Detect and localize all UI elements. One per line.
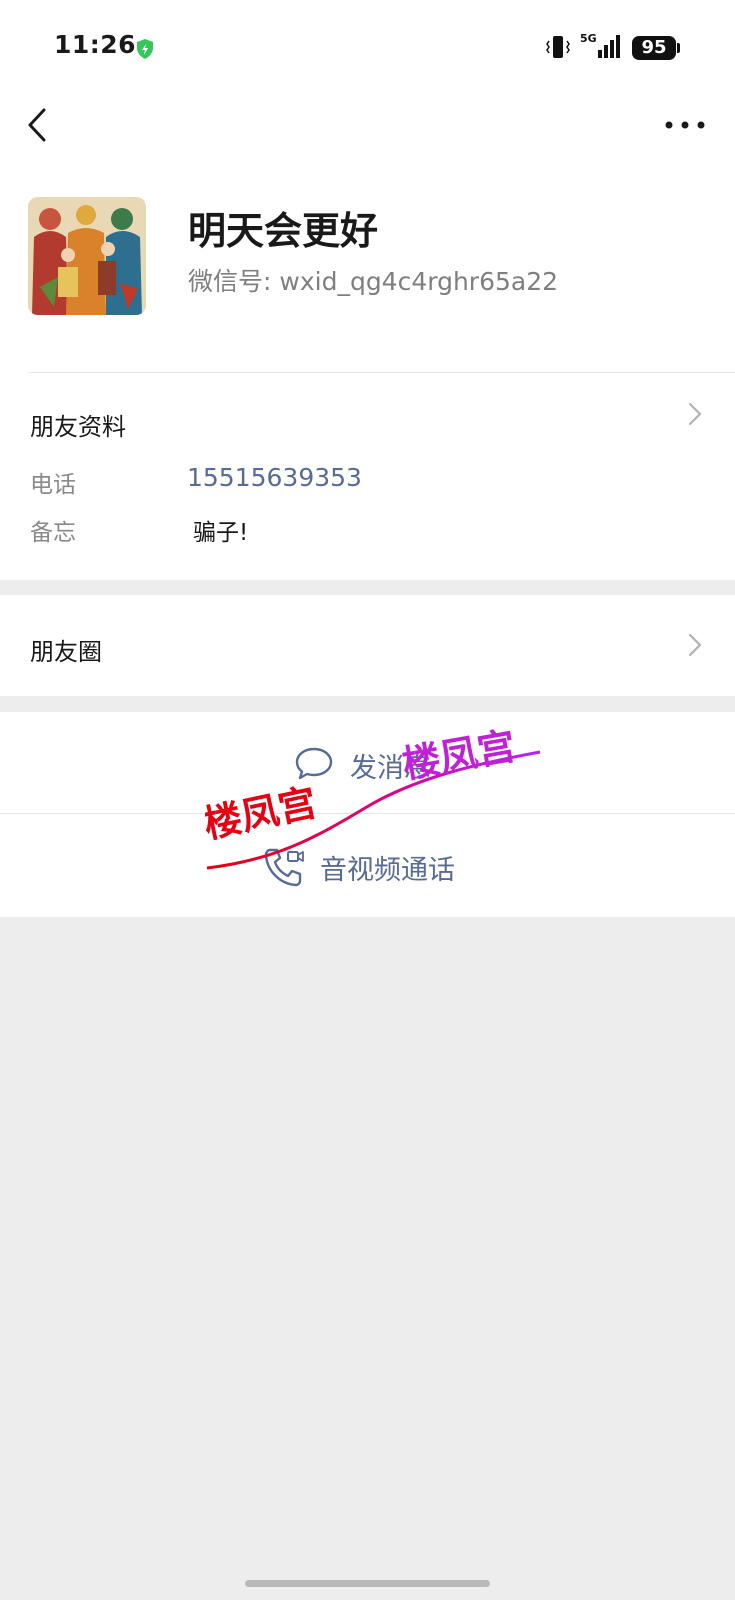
wechat-id-value: wxid_qg4c4rghr65a22 xyxy=(279,267,559,296)
chevron-left-icon[interactable] xyxy=(22,104,52,146)
phone-number-link[interactable]: 15515639353 xyxy=(187,463,362,492)
moments-row[interactable] xyxy=(0,595,735,696)
remark-label: 备忘 xyxy=(30,520,76,546)
chevron-right-icon[interactable] xyxy=(686,630,704,660)
battery-icon: 95 xyxy=(632,36,676,60)
watermark-overlay: 楼凤宫 楼凤宫 xyxy=(205,724,541,870)
home-indicator[interactable] xyxy=(245,1580,490,1587)
avatar[interactable] xyxy=(28,197,146,315)
wechat-id-label: 微信号: xyxy=(188,267,272,296)
divider xyxy=(28,372,735,373)
status-time: 11:26 xyxy=(54,30,137,59)
phone-label: 电话 xyxy=(30,472,76,498)
battery-level: 95 xyxy=(641,37,667,58)
wechat-id[interactable]: 微信号: wxid_qg4c4rghr65a22 xyxy=(188,262,558,298)
moments-title[interactable]: 朋友圈 xyxy=(30,632,102,667)
more-dots-icon[interactable] xyxy=(660,112,710,138)
nickname: 明天会更好 xyxy=(188,209,379,253)
shield-icon xyxy=(137,39,153,59)
avatar-image xyxy=(28,197,146,315)
vibrate-icon xyxy=(546,36,570,58)
friend-info-title[interactable]: 朋友资料 xyxy=(30,407,126,442)
signal-icon: 5G xyxy=(580,32,620,58)
battery-tip xyxy=(677,43,680,53)
watermark-text-red: 楼凤宫 xyxy=(205,780,320,847)
remark-value: 骗子! xyxy=(193,520,249,546)
watermark-text-purple: 楼凤宫 xyxy=(399,724,519,787)
network-type: 5G xyxy=(580,32,597,45)
chevron-right-icon[interactable] xyxy=(686,399,704,429)
